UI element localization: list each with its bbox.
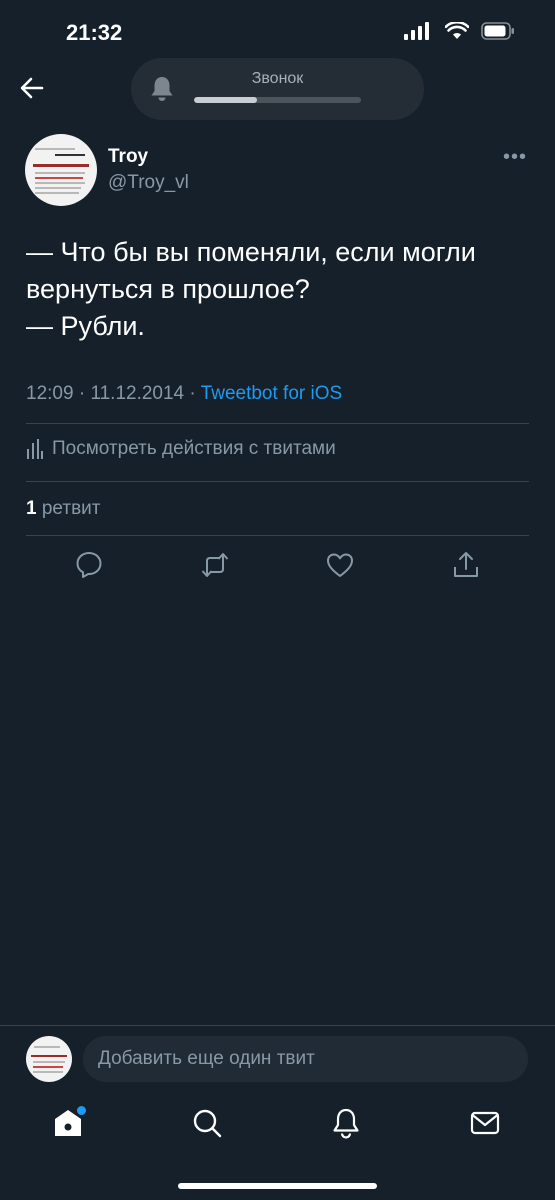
avatar-detail	[31, 1055, 67, 1057]
battery-icon	[481, 22, 514, 40]
share-icon	[454, 552, 478, 577]
divider	[26, 535, 529, 536]
heart-icon	[327, 553, 353, 577]
analytics-icon	[27, 439, 43, 459]
avatar-detail	[35, 187, 81, 189]
like-button[interactable]	[325, 550, 355, 580]
tweet-text-line: — Рубли.	[26, 311, 145, 341]
tweet-date: 11.12.2014	[90, 383, 185, 404]
avatar-detail	[35, 177, 83, 179]
avatar-detail	[33, 1066, 63, 1068]
avatar-detail	[35, 192, 79, 194]
bell-icon	[333, 1108, 359, 1139]
add-tweet-input[interactable]: Добавить еще один твит	[83, 1036, 528, 1082]
tweet-text-line: — Что бы вы поменяли, если могли	[26, 237, 476, 267]
compose-divider	[0, 1025, 555, 1026]
retweet-button[interactable]	[200, 550, 230, 580]
divider	[26, 423, 529, 424]
search-icon	[193, 1109, 222, 1138]
view-activity-button[interactable]: Посмотреть действия с твитами	[26, 438, 336, 460]
reply-button[interactable]	[74, 550, 104, 580]
call-indicator[interactable]: Звонок	[131, 58, 424, 120]
avatar-detail	[34, 1046, 60, 1048]
back-button[interactable]	[18, 74, 46, 102]
my-avatar[interactable]	[26, 1036, 72, 1082]
meta-separator: ·	[73, 383, 91, 404]
call-label: Звонок	[251, 70, 304, 87]
tab-notifications[interactable]	[329, 1106, 363, 1140]
meta-separator: ·	[184, 383, 201, 404]
avatar-detail	[33, 164, 89, 167]
avatar-detail	[33, 1061, 65, 1063]
wifi-icon	[445, 22, 469, 39]
home-indicator	[178, 1183, 377, 1189]
arrow-left-icon	[20, 77, 44, 99]
call-progress-fill	[194, 97, 258, 103]
view-activity-label: Посмотреть действия с твитами	[52, 438, 336, 459]
tweet-meta: 12:09 · 11.12.2014 · Tweetbot for iOS	[26, 383, 342, 405]
avatar-detail	[33, 1071, 63, 1073]
mail-icon	[470, 1111, 500, 1135]
cellular-signal-icon	[404, 22, 429, 40]
tab-messages[interactable]	[468, 1106, 502, 1140]
tab-search[interactable]	[190, 1106, 224, 1140]
share-button[interactable]	[451, 550, 481, 580]
status-time: 21:32	[66, 20, 123, 45]
divider	[26, 481, 529, 482]
tweet-text-line: вернуться в прошлое?	[26, 274, 310, 304]
call-progress-track	[194, 97, 361, 103]
retweet-count-label: ретвит	[41, 498, 101, 519]
tweet-time: 12:09	[26, 383, 74, 404]
more-options-button[interactable]: •••	[503, 146, 527, 169]
author-name[interactable]: Troy	[108, 146, 148, 168]
home-notification-dot	[75, 1104, 88, 1117]
retweet-icon	[201, 553, 229, 577]
retweet-count[interactable]: 1 ретвит	[26, 498, 100, 520]
avatar-detail	[55, 154, 85, 156]
avatar-detail	[35, 172, 85, 174]
tweet-source-link[interactable]: Tweetbot for iOS	[201, 383, 343, 404]
author-avatar[interactable]	[25, 134, 97, 206]
avatar-detail	[35, 182, 85, 184]
status-icons	[403, 21, 515, 41]
retweet-count-value: 1	[26, 498, 37, 519]
author-handle[interactable]: @Troy_vl	[108, 172, 189, 194]
reply-icon	[76, 552, 102, 578]
avatar-detail	[35, 148, 75, 150]
tweet-text: — Что бы вы поменяли, если могли вернуть…	[26, 234, 526, 345]
